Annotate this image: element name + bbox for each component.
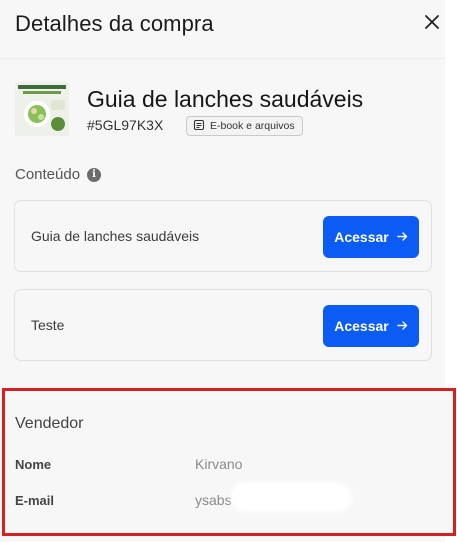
content-item-label: Guia de lanches saudáveis <box>31 228 200 244</box>
ebook-icon <box>193 119 205 134</box>
access-button-label: Acessar <box>334 229 389 245</box>
seller-email-value: ysabs <box>195 492 232 508</box>
close-icon[interactable] <box>420 10 444 34</box>
content-section-label: Conteúdo i <box>15 166 102 183</box>
arrow-right-icon <box>397 319 408 334</box>
access-button[interactable]: Acessar <box>323 216 419 258</box>
seller-title: Vendedor <box>15 415 84 432</box>
seller-name-label: Nome <box>15 457 52 472</box>
access-button[interactable]: Acessar <box>323 305 419 347</box>
content-item: Guia de lanches saudáveis Acessar <box>14 200 432 272</box>
product-type-badge: E-book e arquivos <box>186 116 303 136</box>
seller-email-label: E-mail <box>15 493 55 508</box>
content-label-text: Conteúdo <box>15 166 81 183</box>
content-item-label: Teste <box>31 317 65 333</box>
redaction-mask <box>233 485 349 509</box>
panel-header: Detalhes da compra <box>0 0 445 59</box>
page-title: Detalhes da compra <box>15 11 214 36</box>
product-code: #5GL97K3X <box>87 117 164 133</box>
info-icon[interactable]: i <box>87 167 102 182</box>
arrow-right-icon <box>397 230 408 245</box>
product-cover-image <box>15 82 69 136</box>
product-title: Guia de lanches saudáveis <box>87 86 364 112</box>
access-button-label: Acessar <box>334 318 389 334</box>
product-type-label: E-book e arquivos <box>210 120 295 132</box>
content-item: Teste Acessar <box>14 289 432 361</box>
seller-name-value: Kirvano <box>195 456 243 472</box>
seller-section: Vendedor Nome Kirvano E-mail ysabs <box>2 388 456 536</box>
